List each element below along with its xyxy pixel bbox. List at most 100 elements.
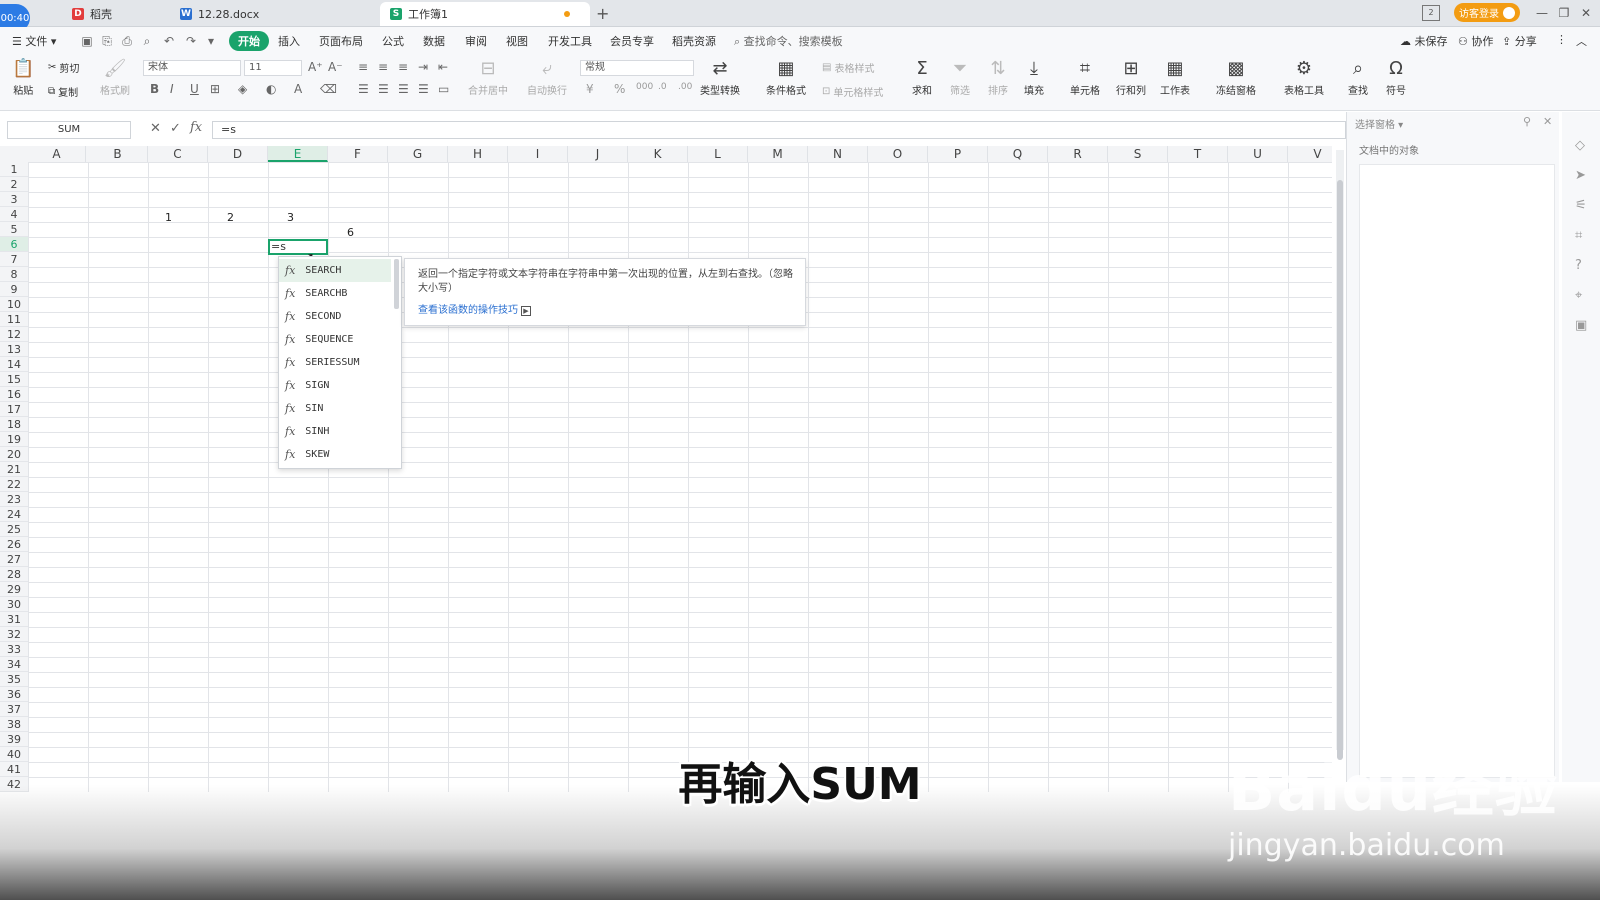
row-header-26[interactable]: 26 [0,537,28,552]
cell-D4[interactable]: 3 [210,211,294,224]
wrap-text-button[interactable]: ⤶ 自动换行 [527,56,567,97]
column-header-T[interactable]: T [1168,146,1228,162]
scroll-thumb[interactable] [1337,180,1343,760]
select-all-corner[interactable] [0,146,28,163]
print-icon[interactable]: ⎙ [120,34,134,48]
column-header-F[interactable]: F [328,146,388,162]
row-header-13[interactable]: 13 [0,342,28,357]
tab-docer[interactable]: D 稻壳 [62,2,170,26]
distribute-icon[interactable]: ▭ [438,82,449,96]
column-header-C[interactable]: C [148,146,208,162]
table-tools-button[interactable]: ⚙ 表格工具 [1284,56,1324,97]
undo-icon[interactable]: ↶ [162,34,176,48]
cut-button[interactable]: ✂ 剪切 [48,60,79,75]
conditional-format-button[interactable]: ▦ 条件格式 [766,56,806,97]
objects-list[interactable] [1359,164,1555,778]
share-button[interactable]: ⇪ 分享 [1502,33,1537,49]
border-icon[interactable]: ⊞ [210,82,220,96]
autocomplete-item[interactable]: fx SKEW [279,443,391,466]
number-format-select[interactable]: 常规 [580,60,694,76]
unsaved-status[interactable]: ☁ 未保存 [1400,33,1448,49]
column-header-A[interactable]: A [28,146,86,162]
file-menu[interactable]: ☰ 文件 ▾ [12,33,56,49]
active-cell-E6[interactable]: =s [268,239,328,255]
export-pdf-icon[interactable]: ⎘ [100,34,114,48]
row-header-35[interactable]: 35 [0,672,28,687]
find-button[interactable]: ⌕ 查找 [1348,56,1368,97]
indent-icon[interactable]: ⇥ [418,60,428,74]
font-size-select[interactable]: 11 [244,60,302,76]
name-box[interactable]: SUM [7,121,131,139]
currency-icon[interactable]: ¥ [586,82,594,96]
settings-sliders-icon[interactable]: ⚟ [1575,198,1587,213]
spreadsheet-grid[interactable]: 1 2 3 6 [28,162,1332,792]
autocomplete-item[interactable]: fx SIN [279,397,391,420]
select-cursor-icon[interactable]: ➤ [1575,168,1586,183]
align-bottom-icon[interactable]: ≡ [398,60,408,74]
tab-docx[interactable]: W 12.28.docx [170,2,368,26]
autocomplete-scrollbar[interactable] [394,259,399,309]
row-header-9[interactable]: 9 [0,282,28,297]
row-header-12[interactable]: 12 [0,327,28,342]
autocomplete-item[interactable]: fx SEQUENCE [279,328,391,351]
menu-view[interactable]: 视图 [506,33,528,49]
row-header-15[interactable]: 15 [0,372,28,387]
bold-icon[interactable]: B [150,82,159,96]
menu-docer-resources[interactable]: 稻壳资源 [672,33,716,49]
layout-icon[interactable]: 2 [1422,5,1440,21]
image-icon[interactable]: ▣ [1575,318,1587,333]
sum-button[interactable]: Σ 求和 [912,56,932,97]
freeze-panes-button[interactable]: ▩ 冻结窗格 [1216,56,1256,97]
table-style-button[interactable]: ▤ 表格样式 [822,60,874,75]
autocomplete-item[interactable]: fx SIGN [279,374,391,397]
cell-E5[interactable]: 6 [270,226,354,239]
row-header-25[interactable]: 25 [0,522,28,537]
more-options-icon[interactable]: ⋮ [1556,33,1567,46]
align-center-icon[interactable]: ☰ [378,82,389,96]
cell-button[interactable]: ⌗ 单元格 [1070,56,1100,97]
minimize-icon[interactable]: — [1532,4,1552,22]
row-header-10[interactable]: 10 [0,297,28,312]
row-header-8[interactable]: 8 [0,267,28,282]
underline-icon[interactable]: U [190,82,199,96]
merge-center-button[interactable]: ⊟ 合并居中 [468,56,508,97]
row-header-18[interactable]: 18 [0,417,28,432]
row-col-button[interactable]: ⊞ 行和列 [1116,56,1146,97]
row-header-17[interactable]: 17 [0,402,28,417]
row-header-32[interactable]: 32 [0,627,28,642]
row-header-5[interactable]: 5 [0,222,28,237]
redo-icon[interactable]: ↷ [184,34,198,48]
font-color-icon[interactable]: A [294,82,302,96]
menu-member[interactable]: 会员专享 [610,33,654,49]
decrease-font-icon[interactable]: A⁻ [328,60,343,74]
menu-insert[interactable]: 插入 [278,33,300,49]
formula-input[interactable]: =s [212,121,1346,139]
help-icon[interactable]: ? [1575,258,1582,273]
font-name-select[interactable]: 宋体 [143,60,241,76]
save-icon[interactable]: ▣ [80,34,94,48]
fill-button[interactable]: ⤓ 填充 [1024,56,1044,97]
column-header-D[interactable]: D [208,146,268,162]
autocomplete-item[interactable]: fx SINH [279,420,391,443]
align-right-icon[interactable]: ☰ [398,82,409,96]
row-header-36[interactable]: 36 [0,687,28,702]
row-header-39[interactable]: 39 [0,732,28,747]
column-header-U[interactable]: U [1228,146,1288,162]
column-header-S[interactable]: S [1108,146,1168,162]
close-icon[interactable]: ✕ [1576,4,1596,22]
insert-function-icon[interactable]: fx [190,120,202,135]
worksheet-button[interactable]: ▦ 工作表 [1160,56,1190,97]
highlight-icon[interactable]: ◐ [266,82,276,96]
row-header-28[interactable]: 28 [0,567,28,582]
row-header-31[interactable]: 31 [0,612,28,627]
fill-color-icon[interactable]: ◈ [238,82,247,96]
print-preview-icon[interactable]: ⌕ [140,34,154,48]
row-header-34[interactable]: 34 [0,657,28,672]
guest-login-button[interactable]: 访客登录 [1454,3,1520,22]
command-search[interactable]: ⌕ 查找命令、搜索模板 [734,33,843,49]
shape-icon[interactable]: ◇ [1575,138,1585,153]
increase-font-icon[interactable]: A⁺ [308,60,323,74]
autocomplete-item[interactable]: fx SEARCH [279,259,391,282]
menu-developer[interactable]: 开发工具 [548,33,592,49]
justify-icon[interactable]: ☰ [418,82,429,96]
